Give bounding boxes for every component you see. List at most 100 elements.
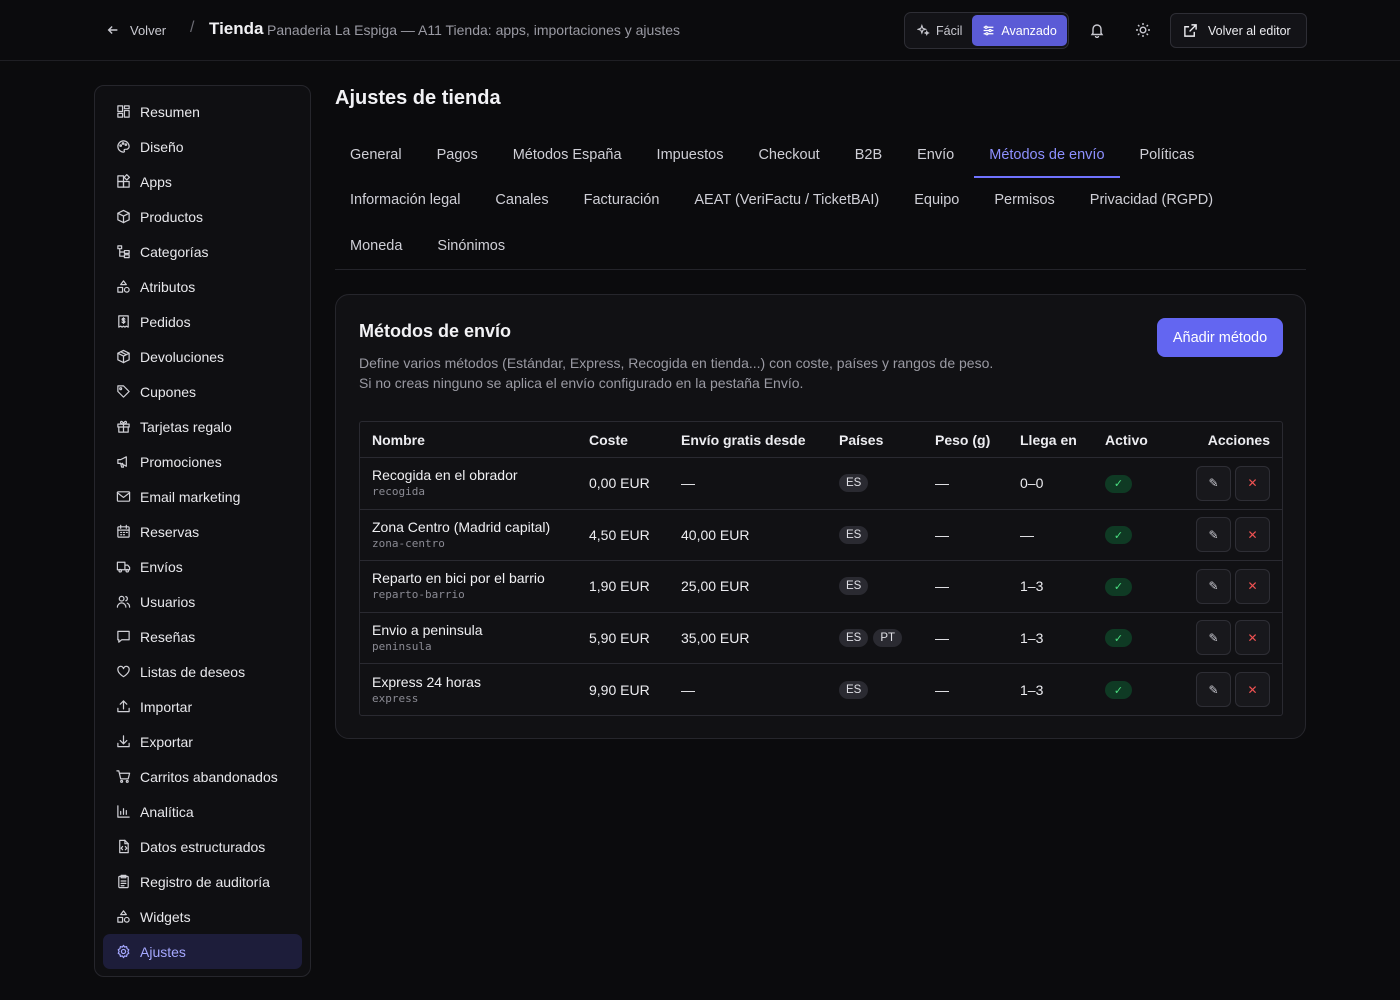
sidebar-item-productos[interactable]: Productos (103, 199, 302, 234)
sidebar-item-tarjetas-regalo[interactable]: Tarjetas regalo (103, 409, 302, 444)
method-name-cell: Zona Centro (Madrid capital) zona-centro (360, 519, 589, 551)
tab-metodos-espana[interactable]: Métodos España (498, 133, 637, 178)
tab-informacion-legal[interactable]: Información legal (335, 179, 475, 224)
sidebar-item-widgets[interactable]: Widgets (103, 899, 302, 934)
sidebar-item-resenas[interactable]: Reseñas (103, 619, 302, 654)
sidebar-item-email-marketing[interactable]: Email marketing (103, 479, 302, 514)
edit-button[interactable]: ✎ (1196, 620, 1231, 656)
theme-toggle-button[interactable] (1130, 17, 1156, 43)
method-name: Recogida en el obrador (372, 467, 518, 484)
delete-button[interactable]: ✕ (1235, 672, 1270, 708)
back-to-editor-button[interactable]: Volver al editor (1170, 13, 1307, 48)
method-active-cell: ✓ (1105, 474, 1185, 493)
tab-general[interactable]: General (335, 133, 417, 178)
sidebar-item-exportar[interactable]: Exportar (103, 724, 302, 759)
tab-permisos[interactable]: Permisos (979, 179, 1069, 224)
megaphone-icon (117, 456, 127, 468)
method-weight: — (935, 526, 949, 543)
sidebar-item-label: Atributos (140, 278, 196, 295)
method-eta: — (1020, 526, 1034, 543)
sidebar-item-usuarios[interactable]: Usuarios (103, 584, 302, 619)
method-slug: peninsula (372, 639, 432, 653)
add-method-button[interactable]: Añadir método (1157, 318, 1283, 357)
sidebar-item-reservas[interactable]: Reservas (103, 514, 302, 549)
sidebar-item-devoluciones[interactable]: Devoluciones (103, 339, 302, 374)
country-badge: ES (839, 628, 869, 647)
tab-equipo[interactable]: Equipo (899, 179, 974, 224)
tab-canales[interactable]: Canales (480, 179, 563, 224)
active-check-badge[interactable]: ✓ (1105, 474, 1132, 493)
sidebar-item-atributos[interactable]: Atributos (103, 269, 302, 304)
delete-button[interactable]: ✕ (1235, 568, 1270, 604)
tree-icon (117, 245, 130, 259)
tab-moneda[interactable]: Moneda (335, 224, 417, 269)
sidebar-item-cupones[interactable]: Cupones (103, 374, 302, 409)
sidebar-item-pedidos[interactable]: Pedidos (103, 304, 302, 339)
sidebar-item-registro-de-auditoria[interactable]: Registro de auditoría (103, 864, 302, 899)
delete-button[interactable]: ✕ (1235, 465, 1270, 501)
palette-icon (117, 140, 130, 153)
notifications-button[interactable] (1084, 17, 1110, 43)
active-check-badge[interactable]: ✓ (1105, 681, 1132, 699)
mode-easy-label: Fácil (936, 23, 963, 38)
edit-button[interactable]: ✎ (1196, 517, 1231, 553)
top-bar: Volver / Tienda Panaderia La Espiga — A1… (0, 0, 1400, 61)
tab-metodos-de-envio[interactable]: Métodos de envío (974, 133, 1120, 179)
tab-b2b[interactable]: B2B (840, 133, 897, 178)
tab-pagos[interactable]: Pagos (422, 133, 493, 178)
tab-impuestos[interactable]: Impuestos (642, 133, 739, 178)
file-code-icon (119, 839, 129, 854)
pencil-icon: ✎ (1208, 630, 1219, 645)
sidebar-item-diseno[interactable]: Diseño (103, 129, 302, 164)
sidebar-item-promociones[interactable]: Promociones (103, 444, 302, 479)
bell-icon (1090, 24, 1104, 38)
active-check-badge[interactable]: ✓ (1105, 629, 1132, 647)
back-label: Volver (130, 22, 167, 38)
active-check-badge[interactable]: ✓ (1105, 577, 1132, 596)
download-icon (117, 735, 130, 748)
sidebar-item-label: Datos estructurados (140, 838, 266, 855)
method-free-from: — (681, 475, 695, 492)
tab-politicas[interactable]: Políticas (1125, 133, 1210, 178)
method-eta: 1–3 (1020, 681, 1044, 698)
sidebar-item-carritos-abandonados[interactable]: Carritos abandonados (103, 759, 302, 794)
sidebar-item-ajustes[interactable]: Ajustes (103, 934, 302, 969)
edit-button[interactable]: ✎ (1196, 672, 1231, 708)
message-icon (117, 630, 130, 643)
close-icon: ✕ (1247, 527, 1258, 542)
sidebar-item-analitica[interactable]: Analítica (103, 794, 302, 829)
sidebar-item-label: Ajustes (140, 943, 186, 960)
method-weight: — (935, 475, 949, 492)
sidebar-item-importar[interactable]: Importar (103, 689, 302, 724)
col-header-active: Activo (1105, 431, 1148, 448)
tab-privacidad-rgpd[interactable]: Privacidad (RGPD) (1075, 179, 1228, 224)
tab-envio[interactable]: Envío (902, 133, 969, 178)
delete-button[interactable]: ✕ (1235, 517, 1270, 553)
edit-button[interactable]: ✎ (1196, 568, 1231, 604)
sidebar-item-datos-estructurados[interactable]: Datos estructurados (103, 829, 302, 864)
card-description: Define varios métodos (Estándar, Express… (359, 354, 1079, 393)
mode-easy-button[interactable]: Fácil (907, 15, 972, 46)
sidebar-item-resumen[interactable]: Resumen (103, 94, 302, 129)
edit-button[interactable]: ✎ (1196, 465, 1231, 501)
method-actions: ✎ ✕ (1185, 620, 1282, 656)
sidebar-item-label: Envíos (140, 558, 183, 575)
sidebar-item-label: Resumen (140, 103, 200, 120)
active-check-badge[interactable]: ✓ (1105, 526, 1132, 544)
close-icon: ✕ (1247, 682, 1258, 697)
tab-aeat-verifactu-ticketbai[interactable]: AEAT (VeriFactu / TicketBAI) (679, 179, 894, 224)
back-button[interactable]: Volver (100, 17, 172, 43)
sidebar-item-envios[interactable]: Envíos (103, 549, 302, 584)
method-name-cell: Recogida en el obrador recogida (360, 467, 589, 499)
tab-facturacion[interactable]: Facturación (569, 179, 675, 224)
sidebar-item-categorias[interactable]: Categorías (103, 234, 302, 269)
sidebar-item-listas-de-deseos[interactable]: Listas de deseos (103, 654, 302, 689)
sidebar-item-apps[interactable]: Apps (103, 164, 302, 199)
calendar-icon (117, 524, 130, 538)
mode-advanced-button[interactable]: Avanzado (972, 15, 1067, 46)
chart-icon (117, 805, 130, 818)
tab-sinonimos[interactable]: Sinónimos (422, 224, 520, 269)
tab-checkout[interactable]: Checkout (743, 133, 834, 178)
mode-advanced-label: Avanzado (1001, 23, 1057, 38)
delete-button[interactable]: ✕ (1235, 620, 1270, 656)
